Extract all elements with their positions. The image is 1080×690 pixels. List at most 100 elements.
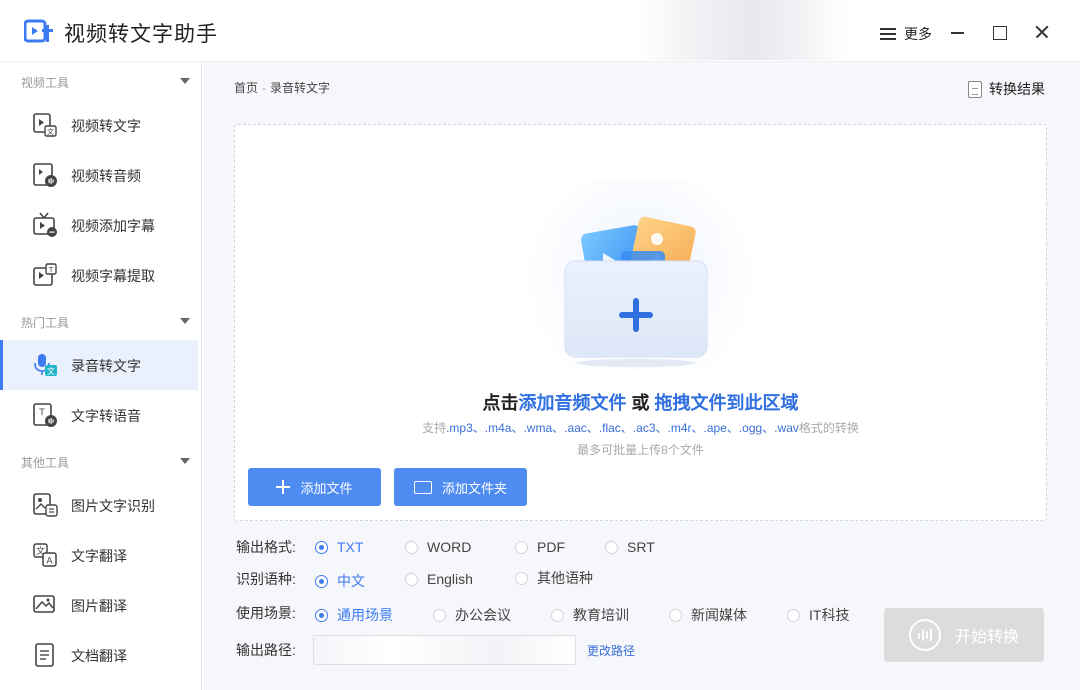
soundwave-icon	[908, 619, 941, 651]
radio-icon	[433, 608, 446, 622]
svg-text:文: 文	[47, 366, 55, 376]
sidebar-item-video-to-text[interactable]: 文 视频转文字	[0, 100, 198, 150]
radio-icon	[315, 540, 328, 554]
close-button[interactable]	[1032, 22, 1052, 42]
section-hot-tools[interactable]: 热门工具	[0, 306, 202, 336]
breadcrumb-home[interactable]: 首页	[234, 81, 258, 95]
app-title: 视频转文字助手	[64, 23, 218, 46]
format-option-pdf[interactable]: PDF	[515, 539, 565, 555]
minimize-button[interactable]	[948, 22, 968, 42]
maximize-button[interactable]	[990, 22, 1010, 42]
radio-icon	[315, 574, 328, 588]
start-conversion-button[interactable]: 开始转换	[884, 608, 1044, 662]
add-folder-button[interactable]: 添加文件夹	[394, 468, 527, 506]
svg-text:文: 文	[47, 127, 54, 136]
support-suffix: 格式的转换	[798, 421, 859, 435]
format-option-txt[interactable]: TXT	[315, 539, 363, 555]
svg-text:T: T	[48, 266, 54, 274]
output-format-label: 输出格式:	[236, 539, 296, 555]
option-label: WORD	[427, 539, 472, 555]
mic-text-icon: 文	[34, 354, 57, 376]
language-label: 识别语种:	[236, 571, 296, 587]
option-label: 新闻媒体	[691, 607, 747, 623]
option-label: IT科技	[809, 607, 850, 623]
sidebar-item-label: 图片文字识别	[71, 498, 155, 514]
output-path-input[interactable]	[313, 635, 576, 665]
breadcrumb-current: 录音转文字	[270, 81, 331, 95]
upload-limit: 最多可批量上传8个文件	[577, 443, 704, 457]
supported-formats: 支持.mp3、.m4a、.wma、.aac、.flac、.ac3、.m4r、.a…	[235, 419, 1046, 436]
scene-option-office[interactable]: 办公会议	[433, 605, 511, 625]
scene-option-news[interactable]: 新闻媒体	[669, 605, 747, 625]
radio-icon	[669, 608, 682, 622]
text-speech-icon: T	[33, 403, 57, 427]
radio-icon	[405, 540, 418, 554]
support-prefix: 支持	[422, 421, 447, 435]
conversion-results-link[interactable]: 转换结果	[968, 79, 1045, 99]
sidebar-item-add-subtitle[interactable]: 视频添加字幕	[0, 200, 198, 250]
video-text-icon: 文	[33, 113, 57, 137]
svg-text:A: A	[46, 557, 53, 567]
start-conversion-label: 开始转换	[954, 629, 1019, 646]
add-file-button[interactable]: 添加文件	[248, 468, 381, 506]
option-label: English	[427, 571, 473, 587]
option-label: 通用场景	[337, 607, 393, 623]
format-option-word[interactable]: WORD	[405, 539, 471, 555]
language-row: 识别语种: 中文 English 其他语种	[236, 568, 876, 590]
sidebar-item-doc-translate[interactable]: 文档翻译	[0, 630, 198, 680]
add-folder-label: 添加文件夹	[441, 480, 507, 496]
document-icon	[968, 80, 982, 98]
title-bar: 视频转文字助手 更多	[0, 0, 1080, 62]
scene-option-it[interactable]: IT科技	[787, 605, 849, 625]
drag-files-hint: 拖拽文件到此区域	[654, 393, 799, 413]
option-label: TXT	[337, 539, 364, 555]
language-option-chinese[interactable]: 中文	[315, 571, 365, 591]
drop-zone-title: 点击添加音频文件 或 拖拽文件到此区域	[235, 389, 1046, 415]
drop-title-or: 或	[626, 393, 655, 413]
scene-row: 使用场景: 通用场景 办公会议 教育培训 新闻媒体 IT科技	[236, 602, 876, 624]
scene-option-general[interactable]: 通用场景	[315, 605, 393, 625]
more-menu-button[interactable]: 更多	[880, 24, 932, 44]
sidebar-item-label: 录音转文字	[71, 358, 141, 374]
scene-label: 使用场景:	[236, 605, 296, 621]
sidebar-item-image-ocr[interactable]: 图片文字识别	[0, 480, 198, 530]
option-label: 办公会议	[455, 607, 511, 623]
image-ocr-icon	[33, 493, 58, 517]
sidebar-item-extract-subtitle[interactable]: T 视频字幕提取	[0, 250, 198, 300]
breadcrumb: 首页 - 录音转文字	[234, 79, 330, 96]
sidebar-item-label: 文档翻译	[71, 648, 127, 664]
language-option-english[interactable]: English	[405, 571, 473, 587]
language-option-other[interactable]: 其他语种	[515, 568, 593, 588]
section-title: 视频工具	[21, 76, 70, 90]
sidebar-item-image-translate[interactable]: 图片翻译	[0, 580, 198, 630]
section-other-tools[interactable]: 其他工具	[0, 446, 202, 476]
radio-icon	[551, 608, 564, 622]
option-label: 其他语种	[537, 570, 593, 586]
output-format-row: 输出格式: TXT WORD PDF SRT	[236, 536, 876, 558]
caret-down-icon	[180, 318, 190, 324]
doc-translate-icon	[35, 643, 54, 667]
option-label: 教育培训	[573, 607, 629, 623]
radio-icon	[315, 608, 328, 622]
sidebar-item-audio-to-text[interactable]: 文 录音转文字	[0, 340, 198, 390]
file-drop-zone[interactable]: 点击添加音频文件 或 拖拽文件到此区域 支持.mp3、.m4a、.wma、.aa…	[234, 124, 1047, 521]
menu-icon	[880, 28, 896, 40]
add-audio-link[interactable]: 添加音频文件	[518, 393, 626, 413]
breadcrumb-separator: -	[262, 81, 267, 95]
svg-text:T: T	[38, 408, 45, 418]
support-format-list: .mp3、.m4a、.wma、.aac、.flac、.ac3、.m4r、.ape…	[446, 421, 799, 435]
format-option-srt[interactable]: SRT	[605, 539, 655, 555]
option-label: 中文	[337, 573, 365, 589]
change-path-link[interactable]: 更改路径	[587, 642, 635, 659]
conversion-results-label: 转换结果	[989, 81, 1045, 97]
caret-down-icon	[180, 458, 190, 464]
scene-option-education[interactable]: 教育培训	[551, 605, 629, 625]
radio-icon	[515, 571, 528, 585]
section-video-tools[interactable]: 视频工具	[0, 66, 202, 96]
add-file-label: 添加文件	[300, 480, 353, 496]
sidebar-item-text-to-speech[interactable]: T 文字转语音	[0, 390, 198, 440]
video-audio-icon	[33, 163, 57, 187]
sidebar-item-text-translate[interactable]: 文A 文字翻译	[0, 530, 198, 580]
output-path-label: 输出路径:	[236, 642, 296, 658]
sidebar-item-video-to-audio[interactable]: 视频转音频	[0, 150, 198, 200]
